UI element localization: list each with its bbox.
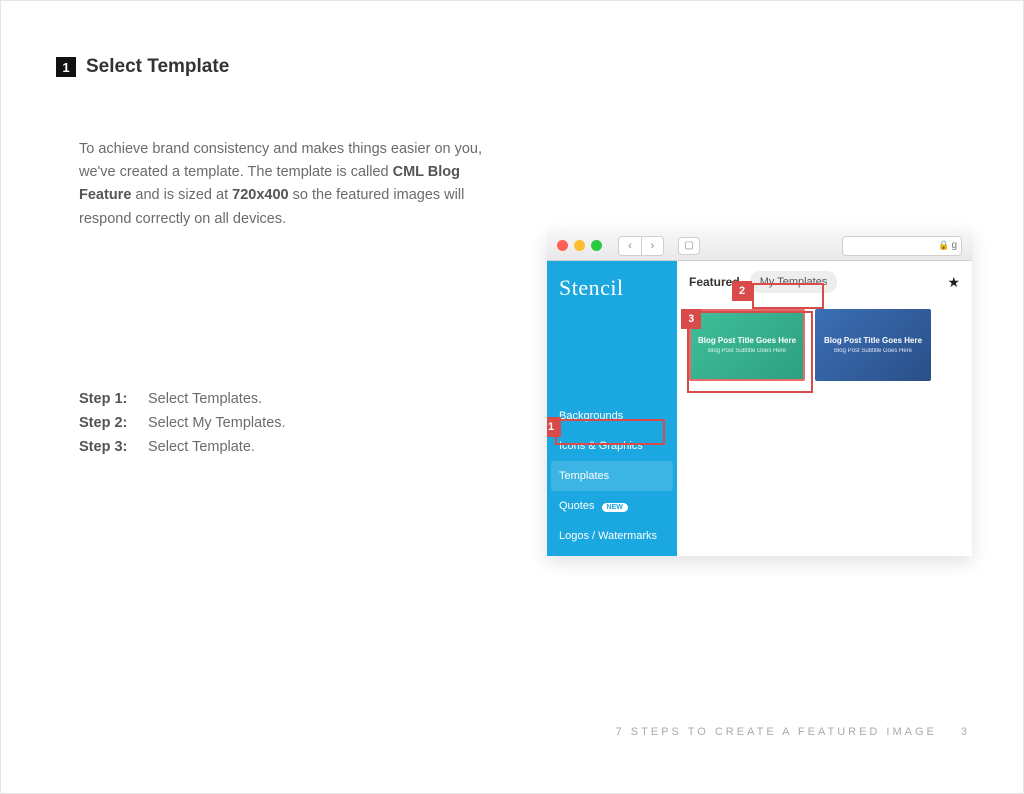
sidebar-item-saved[interactable]: Saved Images [547,551,677,556]
intro-dimensions: 720x400 [232,187,288,203]
lock-icon: 🔒 [938,240,949,251]
nav-back-forward: ‹ › [618,236,664,256]
sidebar-item-logos[interactable]: Logos / Watermarks [547,521,677,551]
step-label: Step 2: [79,415,134,431]
sidebar-toggle-icon: ▢ [678,237,700,255]
sidebar-nav: Backgrounds Icons & Graphics Templates Q… [547,401,677,556]
section-heading: 1 Select Template [56,56,968,78]
zoom-icon [591,240,602,251]
star-icon[interactable]: ★ [947,274,960,291]
app-main: Featured My Templates ★ Blog Post Title … [677,261,972,556]
thumb-subtitle: Blog Post Subtitle Goes Here [834,348,912,354]
callout-marker-3: 3 [681,309,701,329]
step-label: Step 1: [79,391,134,407]
address-bar: 🔒 g [842,236,962,256]
section-title: Select Template [86,56,229,78]
intro-text-b: and is sized at [135,187,232,203]
app-logo: Stencil [547,275,677,301]
intro-paragraph: To achieve brand consistency and makes t… [79,138,509,231]
step-text: Select My Templates. [148,415,286,431]
new-badge: NEW [602,503,628,512]
close-icon [557,240,568,251]
app-body: Stencil Backgrounds Icons & Graphics Tem… [547,261,972,556]
template-thumb-blue[interactable]: Blog Post Title Goes Here Blog Post Subt… [815,309,931,381]
page: 1 Select Template To achieve brand consi… [0,0,1024,794]
thumb-title: Blog Post Title Goes Here [824,336,922,345]
footer-page-number: 3 [961,726,968,738]
page-footer: 7 STEPS TO CREATE A FEATURED IMAGE 3 [616,726,968,738]
sidebar-item-quotes-label: Quotes [559,500,594,512]
step-text: Select Template. [148,439,255,455]
footer-caption: 7 STEPS TO CREATE A FEATURED IMAGE [616,726,937,738]
template-tabs: Featured My Templates ★ [689,271,960,293]
address-text: g [951,240,957,251]
app-screenshot: ‹ › ▢ 🔒 g Stencil Backgrounds Icons & Gr… [547,231,972,556]
minimize-icon [574,240,585,251]
thumb-subtitle: Blog Post Subtitle Goes Here [708,348,786,354]
browser-chrome: ‹ › ▢ 🔒 g [547,231,972,261]
callout-marker-2: 2 [732,281,752,301]
sidebar-item-icons[interactable]: Icons & Graphics [547,431,677,461]
section-number-badge: 1 [56,57,76,77]
template-thumb-green[interactable]: Blog Post Title Goes Here Blog Post Subt… [689,309,805,381]
chevron-left-icon: ‹ [619,237,641,255]
sidebar-item-templates[interactable]: Templates [551,461,673,491]
step-label: Step 3: [79,439,134,455]
thumb-title: Blog Post Title Goes Here [698,336,796,345]
step-text: Select Templates. [148,391,262,407]
callout-marker-1: 1 [547,417,561,437]
tab-my-templates[interactable]: My Templates [750,271,838,293]
sidebar-item-backgrounds[interactable]: Backgrounds [547,401,677,431]
app-sidebar: Stencil Backgrounds Icons & Graphics Tem… [547,261,677,556]
sidebar-item-quotes[interactable]: Quotes NEW [547,491,677,521]
template-grid: Blog Post Title Goes Here Blog Post Subt… [689,309,960,381]
chevron-right-icon: › [641,237,663,255]
